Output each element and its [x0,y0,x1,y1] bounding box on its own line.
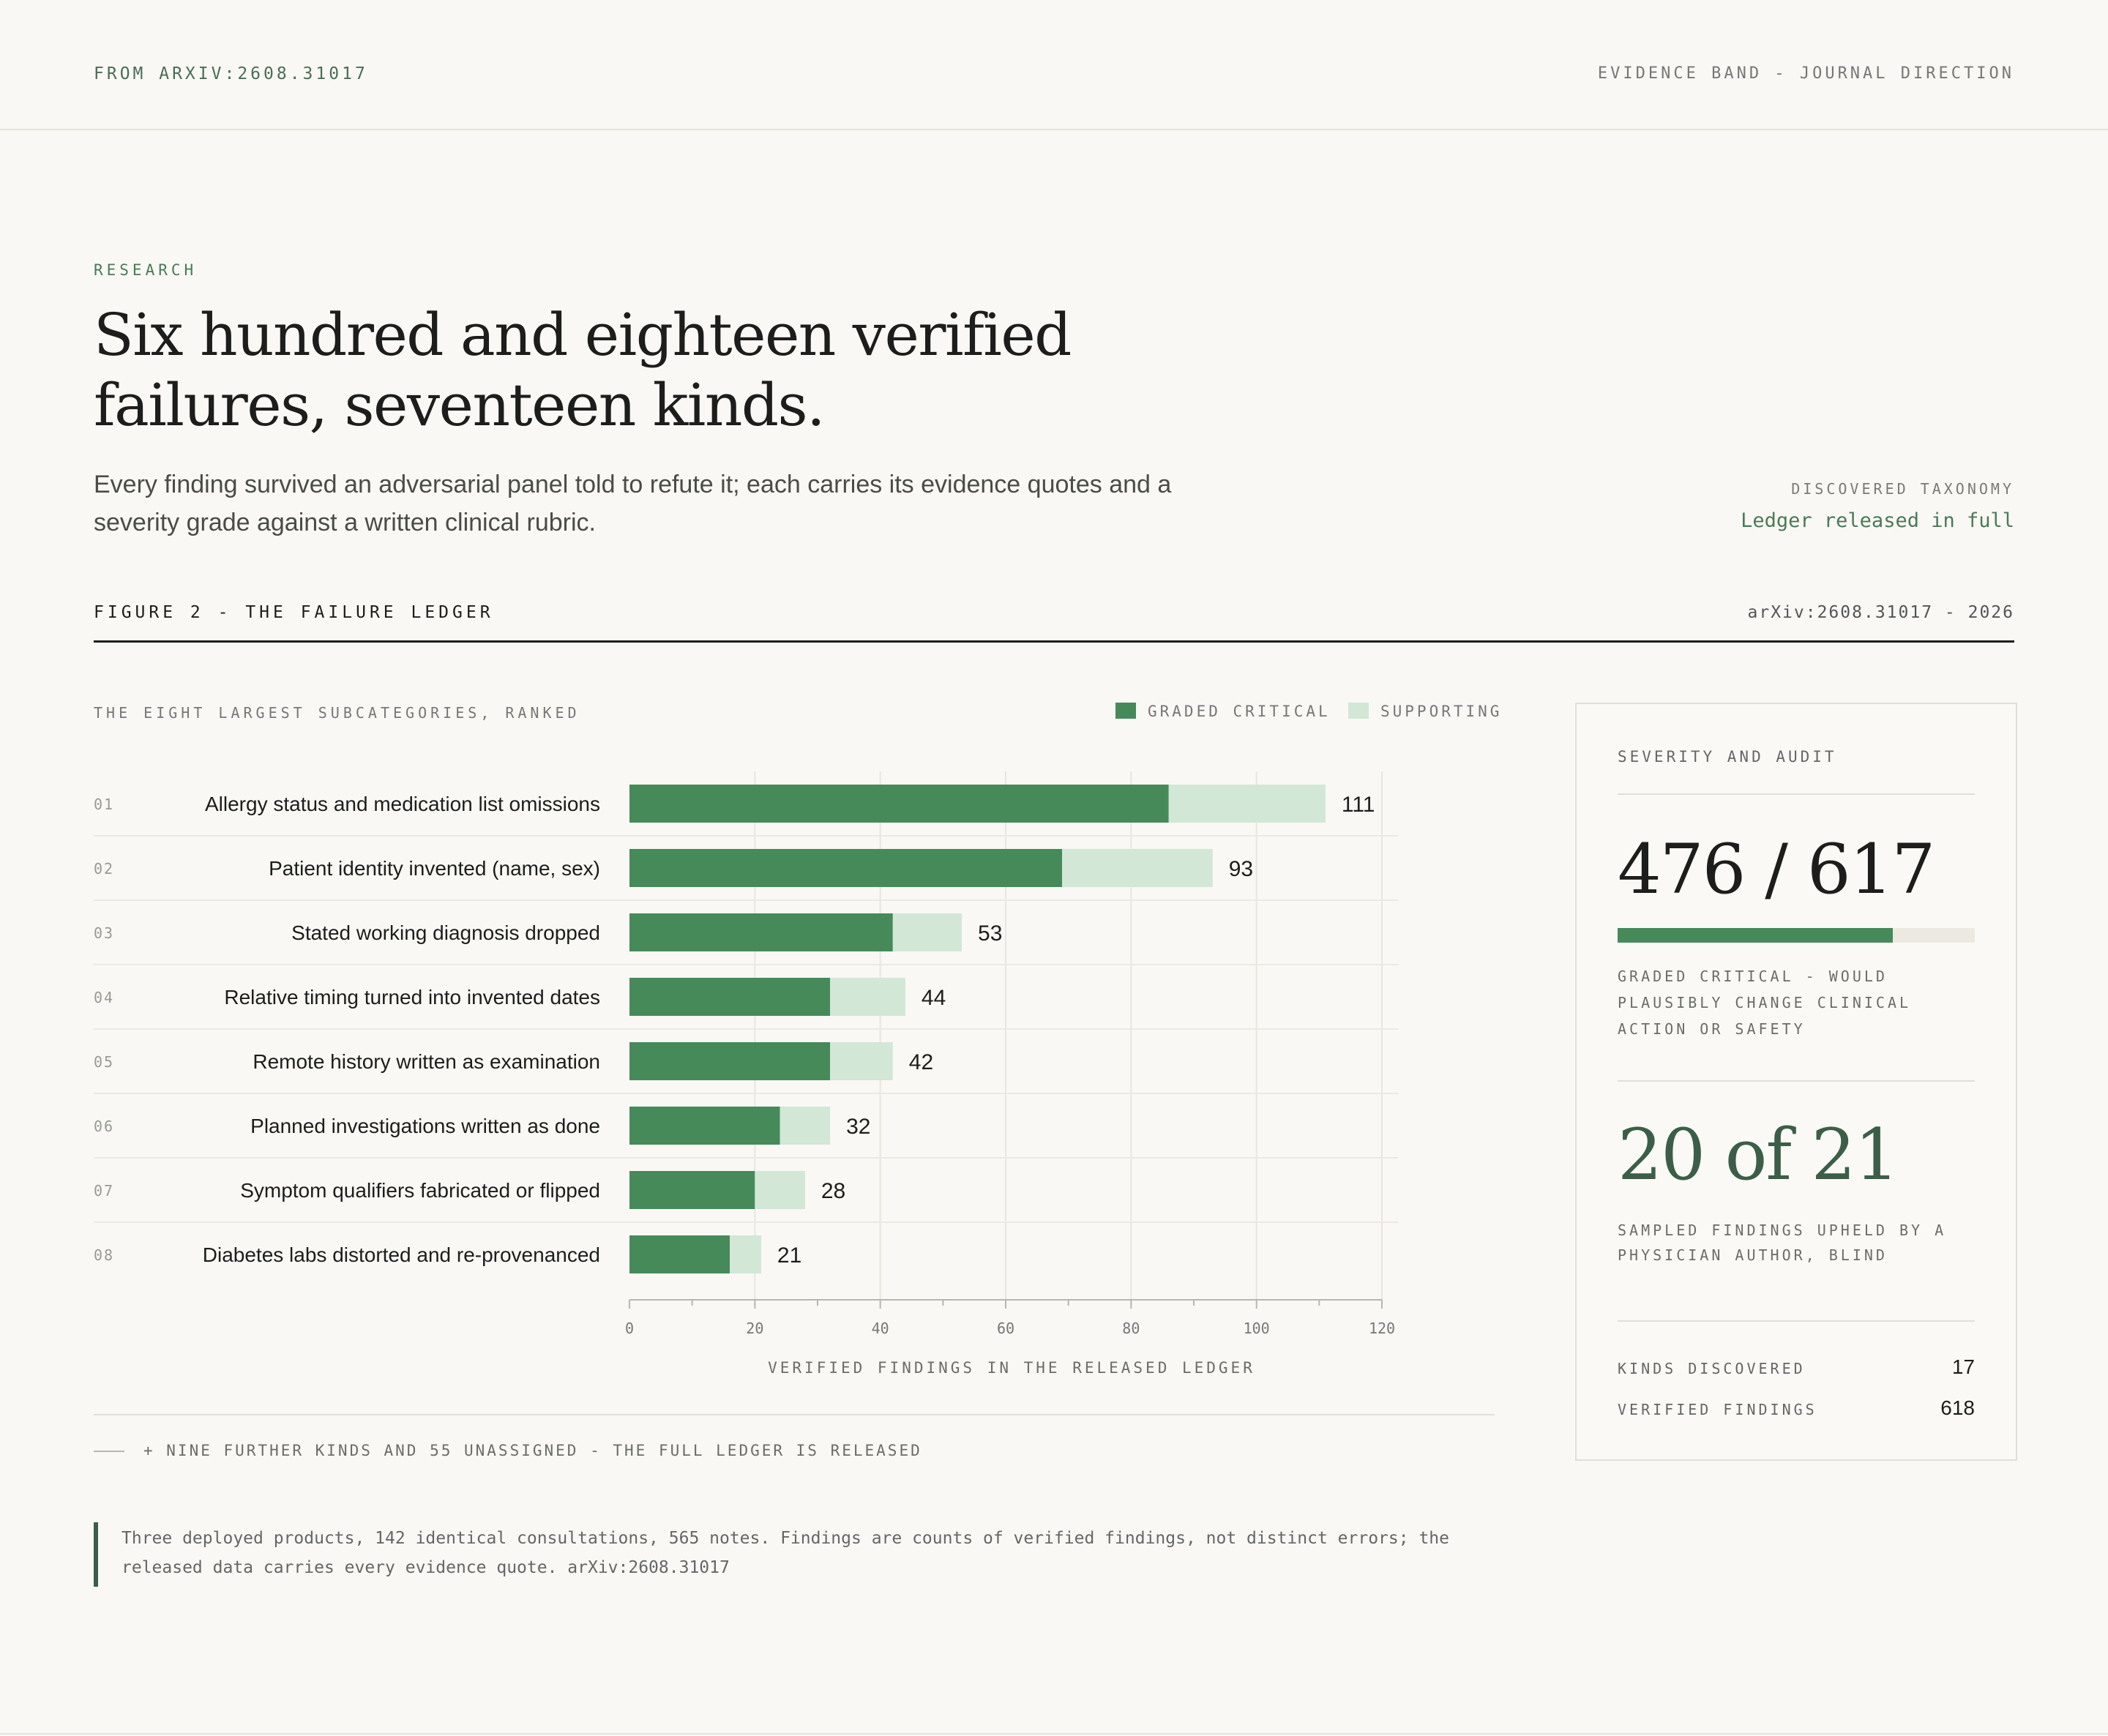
x-tick-label: 60 [997,1320,1014,1337]
footnote: Three deployed products, 142 identical c… [94,1522,1484,1587]
row-category-label: Symptom qualifiers fabricated or flipped [240,1179,600,1202]
row-category-label: Allergy status and medication list omiss… [205,793,600,815]
x-tick-label: 120 [1369,1320,1395,1337]
panel-rule [1618,1080,1975,1082]
x-tick-label: 80 [1122,1320,1140,1337]
x-axis-title: VERIFIED FINDINGS IN THE RELEASED LEDGER [768,1359,1255,1377]
stat-kinds: KINDS DISCOVERED 17 [1618,1355,1975,1382]
row-rank: 05 [94,1053,114,1071]
row-category-label: Diabetes labs distorted and re-provenanc… [203,1243,600,1266]
row-category-label: Stated working diagnosis dropped [291,921,600,944]
bottom-rule [0,1733,2108,1735]
panel-kicker: SEVERITY AND AUDIT [1618,748,1837,766]
row-rank: 02 [94,860,114,878]
footnote-text: Three deployed products, 142 identical c… [122,1529,1449,1577]
row-rank: 07 [94,1182,114,1200]
critical-progress-fill [1618,928,1894,943]
bar-total-label: 44 [922,986,946,1010]
stat-kinds-label: KINDS DISCOVERED [1618,1360,1806,1377]
stat-kinds-value: 17 [1951,1355,1975,1378]
taxonomy-link[interactable]: Ledger released in full [1741,509,2014,532]
critical-progress-bar [1618,928,1975,943]
stat-findings-value: 618 [1940,1396,1975,1419]
bar-critical [629,785,1169,823]
row-category-label: Remote history written as examination [253,1050,600,1073]
bar-total-label: 111 [1342,793,1375,817]
row-rank: 06 [94,1118,114,1135]
bar-supporting [892,913,963,951]
bar-total-label: 53 [978,921,1002,946]
bar-total-label: 93 [1229,857,1253,881]
bar-critical [629,1171,755,1209]
row-category-label: Patient identity invented (name, sex) [269,857,600,880]
bar-supporting [755,1171,805,1209]
critical-ratio: 476 / 617 [1618,830,1935,910]
x-tick-label: 0 [625,1320,634,1337]
bar-critical [629,978,831,1016]
bar-total-label: 42 [909,1050,933,1074]
bar-critical [629,913,893,951]
bar-total-label: 32 [846,1115,870,1139]
panel-rule [1618,793,1975,795]
panel-rule [1618,1320,1975,1322]
figure-reference: arXiv:2608.31017 - 2026 [1747,603,2014,622]
bar-supporting [1168,785,1326,823]
x-tick-label: 100 [1244,1320,1270,1337]
bar-critical [629,1235,730,1273]
audit-ratio: 20 of 21 [1618,1114,1899,1196]
bar-supporting [1062,849,1213,887]
bar-total-label: 28 [821,1179,845,1203]
bar-critical [629,849,1063,887]
failure-ledger-chart: 01 Allergy status and medication list omi… [94,771,1398,1377]
stat-findings: VERIFIED FINDINGS 618 [1618,1396,1975,1423]
row-rank: 04 [94,989,114,1006]
bar-total-label: 21 [777,1243,801,1268]
stat-findings-label: VERIFIED FINDINGS [1618,1401,1817,1418]
x-tick-label: 20 [746,1320,763,1337]
more-dash [94,1451,124,1452]
bar-critical [629,1107,780,1145]
severity-panel: SEVERITY AND AUDIT 476 / 617 GRADED CRIT… [1575,703,2017,1461]
x-tick-label: 40 [872,1320,889,1337]
row-category-label: Relative timing turned into invented dat… [224,986,600,1009]
band-label: EVIDENCE BAND - JOURNAL DIRECTION [1597,64,2014,83]
bar-supporting [780,1107,831,1145]
row-rank: 03 [94,924,114,942]
critical-caption: GRADED CRITICAL - WOULD PLAUSIBLY CHANGE… [1618,968,1912,1038]
audit-caption: SAMPLED FINDINGS UPHELD BY A PHYSICIAN A… [1618,1221,1947,1264]
bar-supporting [830,978,905,1016]
more-kinds-note: + NINE FURTHER KINDS AND 55 UNASSIGNED -… [94,1434,1495,1471]
more-kinds-text: + NINE FURTHER KINDS AND 55 UNASSIGNED -… [143,1442,922,1459]
bar-critical [629,1042,831,1080]
taxonomy-kicker: DISCOVERED TAXONOMY [1791,480,2014,498]
bar-supporting [730,1235,761,1273]
row-category-label: Planned investigations written as done [250,1115,600,1137]
row-rank: 08 [94,1246,114,1264]
chart-divider [94,1414,1495,1415]
row-rank: 01 [94,796,114,813]
bar-supporting [830,1042,893,1080]
